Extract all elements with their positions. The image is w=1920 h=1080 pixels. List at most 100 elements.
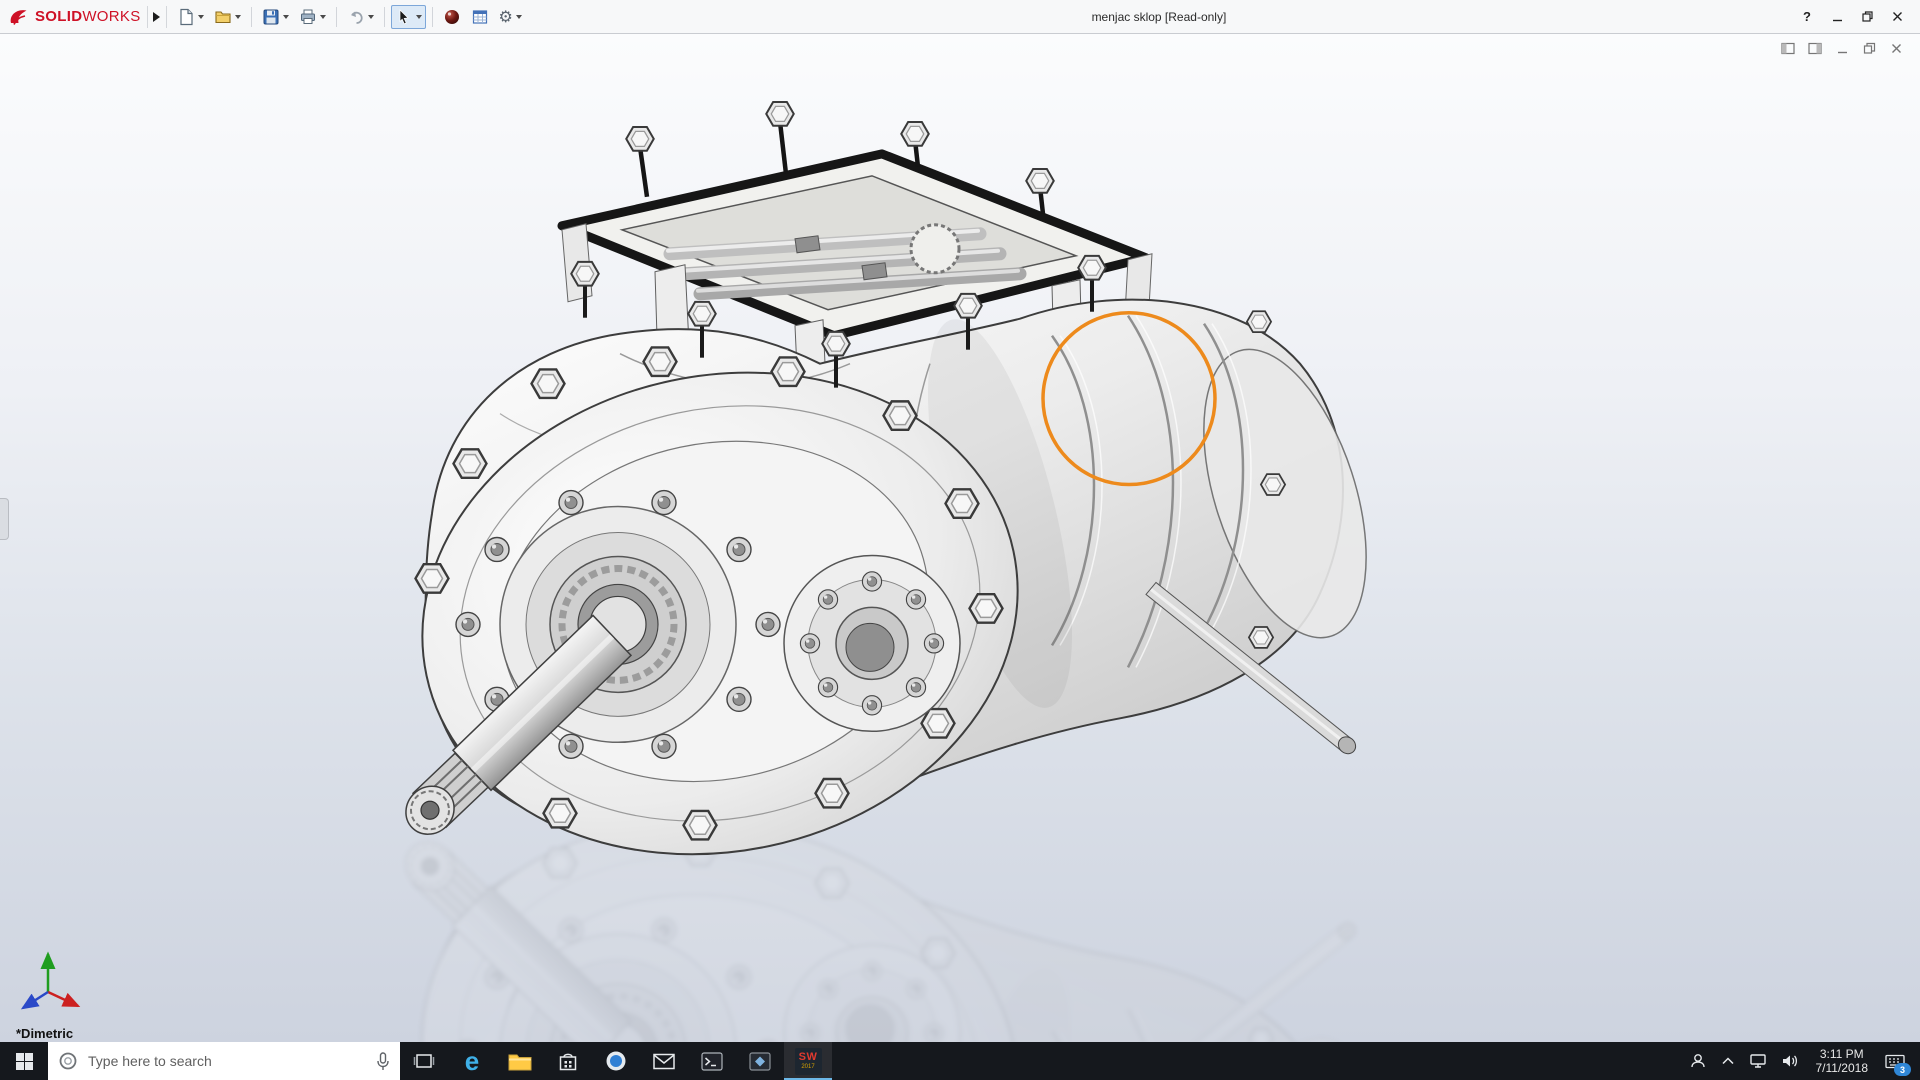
mail-icon xyxy=(653,1053,675,1069)
new-document-button[interactable] xyxy=(173,5,208,29)
chevron-down-icon[interactable] xyxy=(234,14,241,19)
chevron-down-icon[interactable] xyxy=(197,14,204,19)
taskbar: e xyxy=(0,1042,1920,1080)
graphics-area[interactable]: *Dimetric xyxy=(0,34,1920,1042)
chevron-down-icon[interactable] xyxy=(367,14,374,19)
open-icon xyxy=(214,10,231,23)
solidworks-icon: SW 2017 xyxy=(794,1047,822,1075)
people-icon xyxy=(1690,1054,1705,1068)
system-tray: 3:11 PM 7/11/2018 3 xyxy=(1682,1042,1920,1080)
close-icon xyxy=(1892,12,1902,21)
windows-logo-icon xyxy=(15,1052,33,1070)
mail-button[interactable] xyxy=(640,1042,688,1080)
chevron-down-icon[interactable] xyxy=(282,14,289,19)
print-icon xyxy=(300,9,315,24)
store-button[interactable] xyxy=(544,1042,592,1080)
app-title: SOLIDWORKS xyxy=(35,8,141,25)
maximize-button[interactable] xyxy=(1852,4,1882,30)
chevron-down-icon[interactable] xyxy=(415,14,422,19)
featuremanager-collapsed-tab[interactable] xyxy=(0,497,9,540)
cortana-search-icon xyxy=(59,1052,77,1070)
dassault-logo-icon xyxy=(10,9,27,25)
doc-pane-right-button[interactable] xyxy=(1807,40,1823,56)
undo-button[interactable] xyxy=(343,5,378,29)
triad-x-axis xyxy=(47,990,81,1008)
appearance-button[interactable] xyxy=(439,5,465,29)
doc-close-icon xyxy=(1891,43,1901,53)
chevron-up-icon xyxy=(1721,1057,1734,1065)
task-view-icon xyxy=(413,1054,435,1068)
chevron-down-icon[interactable] xyxy=(515,14,522,19)
doc-restore-icon xyxy=(1863,42,1875,54)
console-icon xyxy=(701,1051,723,1071)
chevron-down-icon[interactable] xyxy=(319,14,326,19)
open-button[interactable] xyxy=(210,5,245,29)
tray-overflow-button[interactable] xyxy=(1714,1042,1742,1080)
appearance-sphere-icon xyxy=(444,9,459,24)
file-explorer-button[interactable] xyxy=(496,1042,544,1080)
start-button[interactable] xyxy=(0,1042,48,1080)
task-view-button[interactable] xyxy=(400,1042,448,1080)
design-table-icon xyxy=(472,9,487,24)
select-button[interactable] xyxy=(390,4,426,29)
pinned-app-button[interactable] xyxy=(736,1042,784,1080)
edge-icon: e xyxy=(464,1046,480,1076)
action-center-button[interactable]: 3 xyxy=(1878,1042,1912,1080)
design-table-button[interactable] xyxy=(467,5,493,29)
microphone-icon[interactable] xyxy=(376,1051,390,1071)
taskbar-search[interactable] xyxy=(48,1042,400,1080)
network-icon xyxy=(1749,1054,1766,1068)
taskbar-empty-space xyxy=(832,1042,1682,1080)
minimize-button[interactable] xyxy=(1822,4,1852,30)
file-explorer-icon xyxy=(508,1054,532,1070)
console-button[interactable] xyxy=(688,1042,736,1080)
close-button[interactable] xyxy=(1882,4,1912,30)
save-icon xyxy=(263,9,279,24)
volume-button[interactable] xyxy=(1774,1042,1806,1080)
document-window-controls xyxy=(1780,40,1904,56)
edge-button[interactable]: e xyxy=(448,1042,496,1080)
help-button[interactable]: ? xyxy=(1792,4,1822,30)
browser-circle-icon xyxy=(606,1051,626,1071)
doc-pane-left-icon xyxy=(1781,42,1795,54)
pinned-app-icon xyxy=(749,1051,771,1071)
gearbox-model[interactable] xyxy=(377,102,1398,908)
solidworks-taskbar-button[interactable]: SW 2017 xyxy=(784,1042,832,1080)
restore-icon xyxy=(1861,11,1873,22)
save-button[interactable] xyxy=(258,5,293,29)
options-button[interactable]: ⚙ xyxy=(495,5,526,29)
print-button[interactable] xyxy=(295,5,330,29)
menu-expand-button[interactable] xyxy=(146,5,167,28)
doc-pane-right-icon xyxy=(1808,42,1822,54)
network-button[interactable] xyxy=(1742,1042,1774,1080)
doc-restore-button[interactable] xyxy=(1861,40,1877,56)
undo-icon xyxy=(350,11,363,24)
titlebar: SOLIDWORKS ⚙ menjac sklop [Read-only] ? xyxy=(0,0,1920,34)
solidworks-logo: SOLIDWORKS xyxy=(8,7,141,27)
doc-pane-left-button[interactable] xyxy=(1780,40,1796,56)
minimize-icon xyxy=(1832,19,1842,22)
taskbar-clock[interactable]: 3:11 PM 7/11/2018 xyxy=(1806,1047,1879,1075)
notification-badge: 3 xyxy=(1894,1063,1911,1076)
options-gear-icon: ⚙ xyxy=(498,6,513,26)
window-controls: ? xyxy=(1792,4,1912,30)
doc-minimize-button[interactable] xyxy=(1834,40,1850,56)
select-cursor-icon xyxy=(399,8,409,24)
document-title: menjac sklop [Read-only] xyxy=(1091,9,1227,24)
new-document-icon xyxy=(179,8,193,25)
toolbar-separator xyxy=(431,6,433,27)
people-button[interactable] xyxy=(1682,1042,1714,1080)
toolbar-separator xyxy=(250,6,252,27)
clock-date: 7/11/2018 xyxy=(1815,1061,1869,1075)
volume-icon xyxy=(1782,1055,1797,1067)
solidworks-window: SOLIDWORKS ⚙ menjac sklop [Read-only] ? … xyxy=(0,0,1920,1080)
quick-access-toolbar: ⚙ xyxy=(173,4,526,29)
search-input[interactable] xyxy=(86,1052,368,1070)
toolbar-separator xyxy=(383,6,385,27)
doc-close-button[interactable] xyxy=(1888,40,1904,56)
reference-triad xyxy=(20,951,81,1010)
toolbar-separator xyxy=(335,6,337,27)
view-orientation-label: *Dimetric xyxy=(16,1026,74,1041)
3d-model-scene[interactable] xyxy=(0,34,1920,1042)
browser-circle-button[interactable] xyxy=(592,1042,640,1080)
